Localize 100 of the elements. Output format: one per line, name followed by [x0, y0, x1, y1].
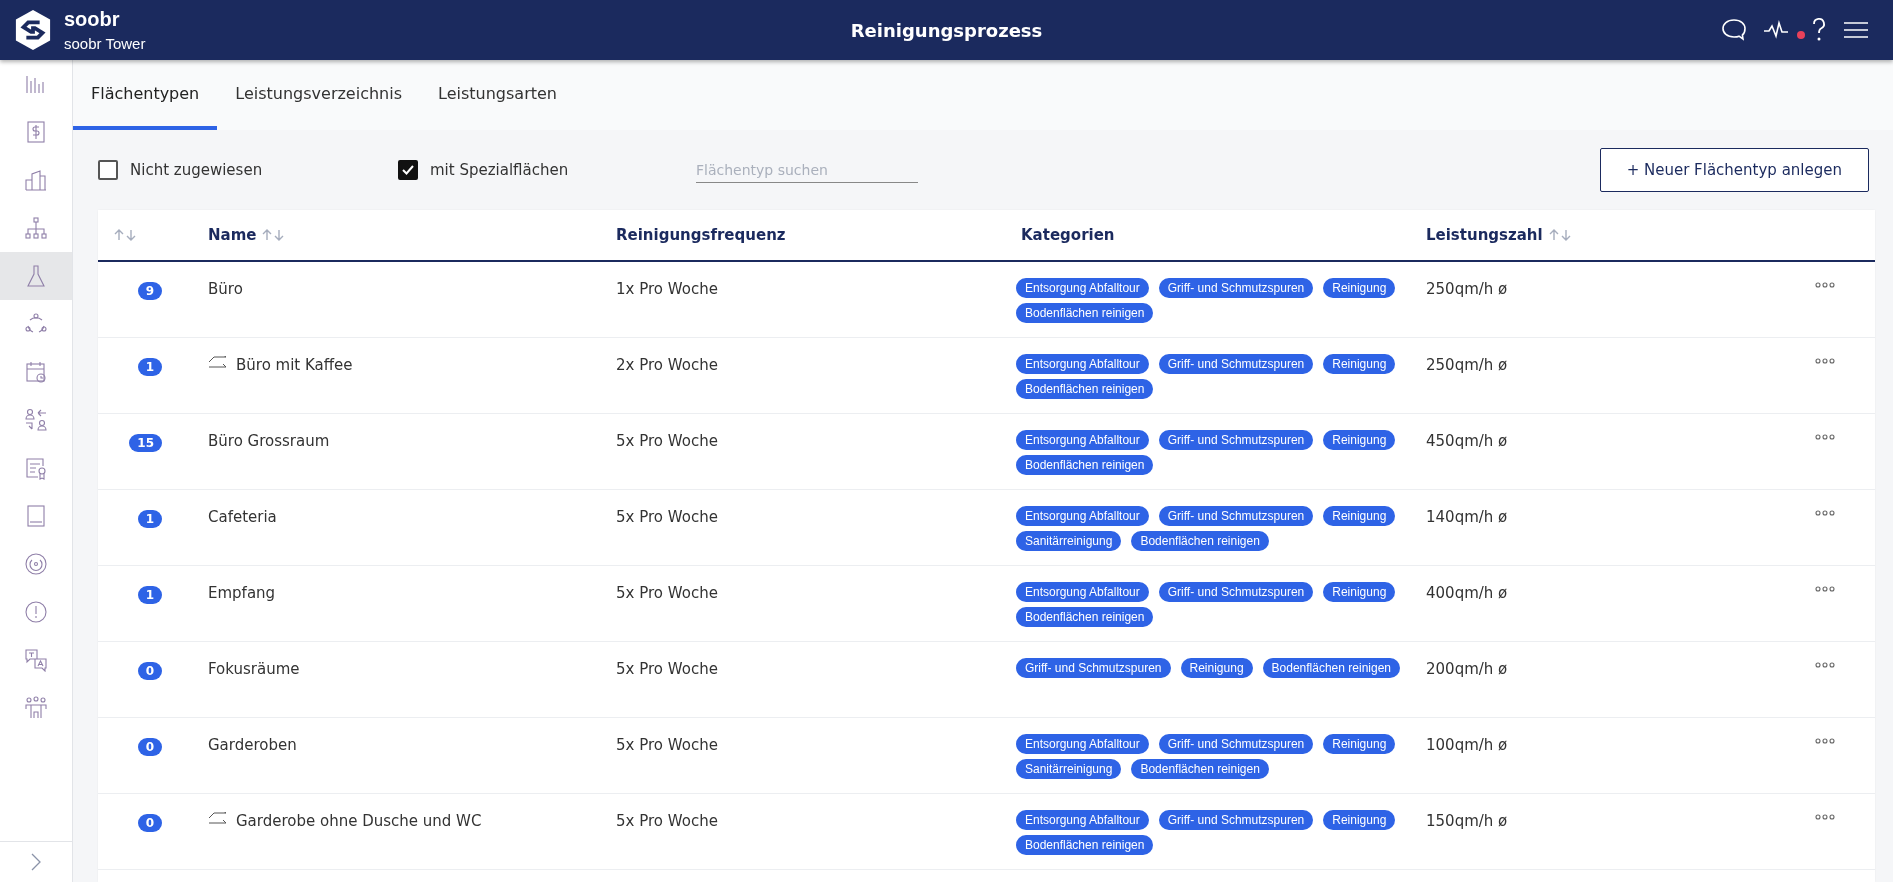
- column-header: Reinigungsfrequenz: [616, 226, 786, 244]
- count-badge: 9: [137, 282, 162, 300]
- more-icon[interactable]: [1815, 510, 1835, 516]
- count-badge: 0: [137, 738, 162, 756]
- table-cell: 5x Pro Woche: [616, 584, 718, 602]
- more-icon[interactable]: [1815, 434, 1835, 440]
- category-tag: Entsorgung Abfalltour: [1016, 506, 1149, 526]
- table-cell: 250qm/h ø: [1426, 356, 1508, 374]
- people-swap-icon: [24, 408, 48, 432]
- category-tag: Griff- und Schmutzspuren: [1158, 506, 1314, 526]
- table-cell: 100qm/h ø: [1426, 736, 1508, 754]
- translate-icon: [24, 648, 48, 672]
- buildings-icon: [24, 168, 48, 192]
- category-tag: Griff- und Schmutzspuren: [1158, 278, 1314, 298]
- calendar-clock-icon: [24, 360, 48, 384]
- category-tag: Bodenflächen reinigen: [1016, 303, 1154, 323]
- more-icon[interactable]: [1815, 814, 1835, 820]
- table-cell: 5x Pro Woche: [616, 812, 718, 830]
- count-badge: 0: [137, 662, 162, 680]
- category-tag: Griff- und Schmutzspuren: [1158, 582, 1314, 602]
- flask-icon: [24, 264, 48, 288]
- category-tag: Reinigung: [1323, 430, 1396, 450]
- menu-icon[interactable]: [1843, 21, 1869, 39]
- table-cell: 2x Pro Woche: [616, 356, 718, 374]
- tab[interactable]: Leistungsverzeichnis: [217, 60, 420, 130]
- table-cell: Garderobe ohne Dusche und WC: [236, 812, 482, 830]
- category-tag: Sanitärreinigung: [1016, 759, 1122, 779]
- category-tag: Bodenflächen reinigen: [1016, 835, 1154, 855]
- category-tag: Entsorgung Abfalltour: [1016, 430, 1149, 450]
- table-cell: 150qm/h ø: [1426, 812, 1508, 830]
- brand-name: soobr: [64, 8, 121, 31]
- logo-icon: [14, 9, 52, 51]
- table-cell: 5x Pro Woche: [616, 432, 718, 450]
- category-tag: Bodenflächen reinigen: [1131, 531, 1269, 551]
- category-tag: Reinigung: [1180, 658, 1253, 678]
- search-field[interactable]: Flächentyp suchen: [696, 157, 918, 183]
- more-icon[interactable]: [1815, 358, 1835, 364]
- table-cell: 250qm/h ø: [1426, 280, 1508, 298]
- category-tag: Entsorgung Abfalltour: [1016, 582, 1149, 602]
- dollar-icon: [24, 120, 48, 144]
- help-icon[interactable]: [1811, 17, 1827, 43]
- category-tag: Entsorgung Abfalltour: [1016, 810, 1149, 830]
- certificate-icon: [24, 456, 48, 480]
- category-tag: Entsorgung Abfalltour: [1016, 278, 1149, 298]
- more-icon[interactable]: [1815, 662, 1835, 668]
- count-badge: 1: [137, 586, 162, 604]
- category-tag: Reinigung: [1323, 582, 1396, 602]
- category-tag: Reinigung: [1323, 734, 1396, 754]
- page-title: Reinigungsprozess: [850, 19, 1043, 41]
- table-cell: 5x Pro Woche: [616, 508, 718, 526]
- column-header: Leistungszahl: [1426, 226, 1543, 244]
- more-icon[interactable]: [1815, 586, 1835, 592]
- table-cell: 140qm/h ø: [1426, 508, 1508, 526]
- count-badge: 1: [137, 358, 162, 376]
- sidebar-item[interactable]: [0, 252, 72, 300]
- column-header: Kategorien: [1021, 226, 1115, 244]
- category-tag: Griff- und Schmutzspuren: [1158, 734, 1314, 754]
- category-tag: Bodenflächen reinigen: [1016, 455, 1154, 475]
- column-header: Name: [208, 226, 257, 244]
- category-tag: Griff- und Schmutzspuren: [1158, 810, 1314, 830]
- table-cell: Cafeteria: [208, 508, 277, 526]
- category-tag: Sanitärreinigung: [1016, 531, 1122, 551]
- category-tag: Bodenflächen reinigen: [1016, 607, 1154, 627]
- book-icon: [24, 504, 48, 528]
- category-tag: Reinigung: [1323, 506, 1396, 526]
- category-tag: Entsorgung Abfalltour: [1016, 354, 1149, 374]
- category-tag: Bodenflächen reinigen: [1016, 379, 1154, 399]
- table-cell: Garderoben: [208, 736, 297, 754]
- table-cell: 5x Pro Woche: [616, 660, 718, 678]
- checkmark-icon: [401, 163, 415, 177]
- table-cell: 5x Pro Woche: [616, 736, 718, 754]
- more-icon[interactable]: [1815, 282, 1835, 288]
- table-cell: Büro: [208, 280, 243, 298]
- table-cell: Büro mit Kaffee: [236, 356, 353, 374]
- table-cell: 200qm/h ø: [1426, 660, 1508, 678]
- category-tag: Bodenflächen reinigen: [1131, 759, 1269, 779]
- site-name[interactable]: soobr Tower: [64, 35, 146, 52]
- count-badge: 15: [129, 434, 162, 452]
- category-tag: Entsorgung Abfalltour: [1016, 734, 1149, 754]
- chevron-right-icon: [30, 852, 42, 872]
- category-tag: Griff- und Schmutzspuren: [1016, 658, 1171, 678]
- category-tag: Reinigung: [1323, 278, 1396, 298]
- checkbox-label: mit Spezialflächen: [430, 161, 569, 179]
- sort-icon[interactable]: [114, 229, 138, 241]
- tab[interactable]: Leistungsarten: [420, 60, 575, 130]
- checkbox[interactable]: [398, 160, 418, 180]
- category-tag: Bodenflächen reinigen: [1262, 658, 1400, 678]
- sort-icon[interactable]: [1548, 229, 1573, 241]
- category-tag: Griff- und Schmutzspuren: [1158, 354, 1314, 374]
- checkbox[interactable]: [98, 160, 118, 180]
- table-cell: 450qm/h ø: [1426, 432, 1508, 450]
- count-badge: 0: [137, 814, 162, 832]
- table-cell: Büro Grossraum: [208, 432, 330, 450]
- chat-icon[interactable]: [1721, 18, 1747, 42]
- count-badge: 1: [137, 510, 162, 528]
- category-tag: Griff- und Schmutzspuren: [1158, 430, 1314, 450]
- new-area-type-button[interactable]: + Neuer Flächentyp anlegen: [1599, 148, 1869, 192]
- more-icon[interactable]: [1815, 738, 1835, 744]
- pulse-icon[interactable]: [1763, 20, 1789, 40]
- team-icon: [24, 696, 48, 720]
